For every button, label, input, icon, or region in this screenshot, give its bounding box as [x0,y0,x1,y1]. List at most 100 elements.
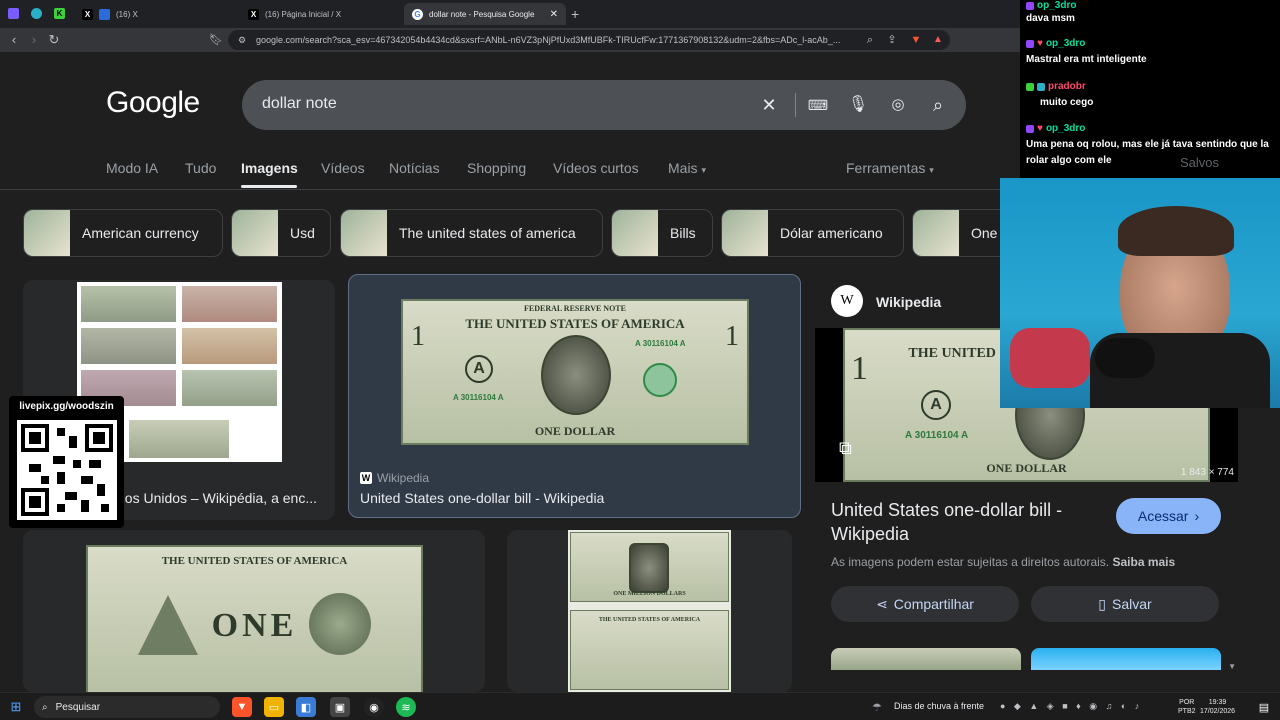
bill-text: FEDERAL RESERVE NOTE [524,304,626,313]
brave-shield-icon[interactable]: ▼ [908,32,924,48]
lens-icon[interactable]: ◎ [886,93,910,117]
tab-noticias[interactable]: Notícias [389,160,440,176]
google-logo[interactable]: Google [106,86,200,120]
chat-username: ♥ op_3dro [1026,123,1085,134]
image-dimensions: 1 843 × 774 [1180,467,1234,478]
zoom-icon[interactable]: ⌕ [862,32,878,48]
result-source: W Wikipedia [360,471,429,485]
image-result-3[interactable]: THE UNITED STATES OF AMERICA ONE [23,530,485,692]
badge-icon [1037,82,1045,91]
url-field[interactable]: ⚙ google.com/search?sca_esv=467342054b44… [228,30,950,50]
brave-icon[interactable]: ▼ [232,697,252,717]
tab-shopping[interactable]: Shopping [467,160,526,176]
google-icon: G [412,8,423,20]
tab-tudo[interactable]: Tudo [185,160,216,176]
tab-mais[interactable]: Mais ▾ [668,160,706,176]
tools-label: Ferramentas [846,160,926,176]
chip-label: American currency [82,225,199,241]
site-info-icon[interactable]: ⚙ [238,35,246,46]
tab-modo-ia[interactable]: Modo IA [106,160,158,176]
windows-start-icon[interactable]: ⊞ [6,697,26,717]
obs-icon[interactable]: ◉ [364,697,384,717]
tab-google-search[interactable]: G dollar note - Pesquisa Google ✕ [404,3,566,25]
result-caption[interactable]: dos Unidos – Wikipédia, a enc... [117,490,317,506]
tools-button[interactable]: Ferramentas ▾ [846,160,934,176]
x-icon: X [82,8,93,20]
scroll-down-icon[interactable]: ▼ [1228,662,1236,671]
back-icon[interactable]: ‹ [6,32,22,48]
system-tray-icons[interactable]: ● ◆ ▲ ◈ ■ ♦ ◉ ♫ ◐ ♪ [1000,701,1142,712]
result-caption[interactable]: United States one-dollar bill - Wikipedi… [360,490,604,506]
tab-label: dollar note - Pesquisa Google [429,9,535,19]
app-icon[interactable] [31,8,42,19]
chip-thumbnail [612,210,658,256]
chip-thumbnail [232,210,278,256]
save-button[interactable]: ▯ Salvar [1031,586,1219,622]
learn-more-link[interactable]: Saiba mais [1112,555,1175,569]
search-input[interactable]: dollar note [262,95,337,113]
clock-date: 17/02/2026 [1200,708,1236,715]
mic-icon[interactable]: 🎙︎ [846,93,870,117]
terminal-icon[interactable]: ▣ [330,697,350,717]
chip-american-currency[interactable]: American currency [23,209,223,257]
clear-icon[interactable]: ✕ [757,93,781,117]
bookmark-icon[interactable]: 🔖︎ [208,32,224,48]
search-icon[interactable]: ⌕ [926,93,950,117]
language-indicator[interactable]: POR PTB2 [1178,698,1196,716]
kick-icon[interactable]: K [54,8,65,19]
bill-denomination: 1 [725,321,739,352]
spotify-icon[interactable]: ≋ [396,697,416,717]
clock[interactable]: 19:39 17/02/2026 [1200,698,1235,716]
serial-number: A 30116104 A [453,393,504,402]
donation-qr: livepix.gg/woodszin [9,396,124,528]
new-tab-icon[interactable]: + [571,6,579,22]
image-result-4[interactable]: ONE MILLION DOLLARS THE UNITED STATES OF… [507,530,792,692]
app-icon[interactable]: ◧ [296,697,316,717]
tab-x-2[interactable]: X (16) Página Inicial / X [240,3,400,25]
visit-button[interactable]: Acessar › [1116,498,1221,534]
twitch-icon[interactable] [8,8,19,19]
reload-icon[interactable]: ↻ [46,32,62,48]
search-bar[interactable]: dollar note ✕ ⌨ 🎙︎ ◎ ⌕ [242,80,966,130]
tab-imagens[interactable]: Imagens [241,160,298,176]
tab-videos[interactable]: Vídeos [321,160,365,176]
image-result-selected[interactable]: FEDERAL RESERVE NOTE THE UNITED STATES O… [348,274,801,518]
bill-text: THE UNITED STATES OF AMERICA [465,316,685,331]
tab-x-1[interactable]: X (16) X [74,3,234,25]
chip-thumbnail [722,210,768,256]
washington-portrait [541,335,611,415]
webcam-overlay [1000,178,1280,408]
weather-icon: ☂ [872,702,882,714]
tab-label: (16) X [116,9,138,19]
bill-text: ONE [211,607,298,644]
tab-mais-label: Mais [668,160,698,176]
tab-videos-curtos[interactable]: Vídeos curtos [553,160,639,176]
related-image[interactable] [831,648,1021,670]
share-button[interactable]: ⋖ Compartilhar [831,586,1019,622]
weather-label[interactable]: Dias de chuva à frente [894,701,984,711]
chip-dolar-americano[interactable]: Dólar americano [721,209,904,257]
keyboard-icon[interactable]: ⌨ [806,93,830,117]
close-tab-icon[interactable]: ✕ [550,9,558,20]
rewards-icon[interactable]: ▲ [930,32,946,48]
chat-username: op_3dro [1026,0,1076,11]
chip-one[interactable]: One [912,209,1012,257]
forward-icon[interactable]: › [26,32,42,48]
taskbar-search[interactable]: ⌕ Pesquisar [34,696,220,718]
panel-source[interactable]: Wikipedia [876,294,941,310]
chip-label: The united states of america [399,225,576,241]
divider [0,189,1000,190]
chip-usd[interactable]: Usd [231,209,331,257]
share-icon[interactable]: ⇪ [884,32,900,48]
chip-united-states[interactable]: The united states of america [340,209,603,257]
save-label: Salvar [1112,596,1152,612]
notifications-icon[interactable]: ▤ [1254,697,1274,717]
panel-title[interactable]: United States one-dollar bill - Wikipedi… [831,498,1101,546]
bill-text: ONE DOLLAR [534,424,616,438]
visit-label: Acessar [1137,508,1189,524]
file-explorer-icon[interactable]: ▭ [264,697,284,717]
related-image[interactable] [1031,648,1221,670]
federal-reserve-seal: A [921,390,951,420]
lens-icon[interactable]: ⧉ [839,438,852,459]
chip-bills[interactable]: Bills [611,209,713,257]
